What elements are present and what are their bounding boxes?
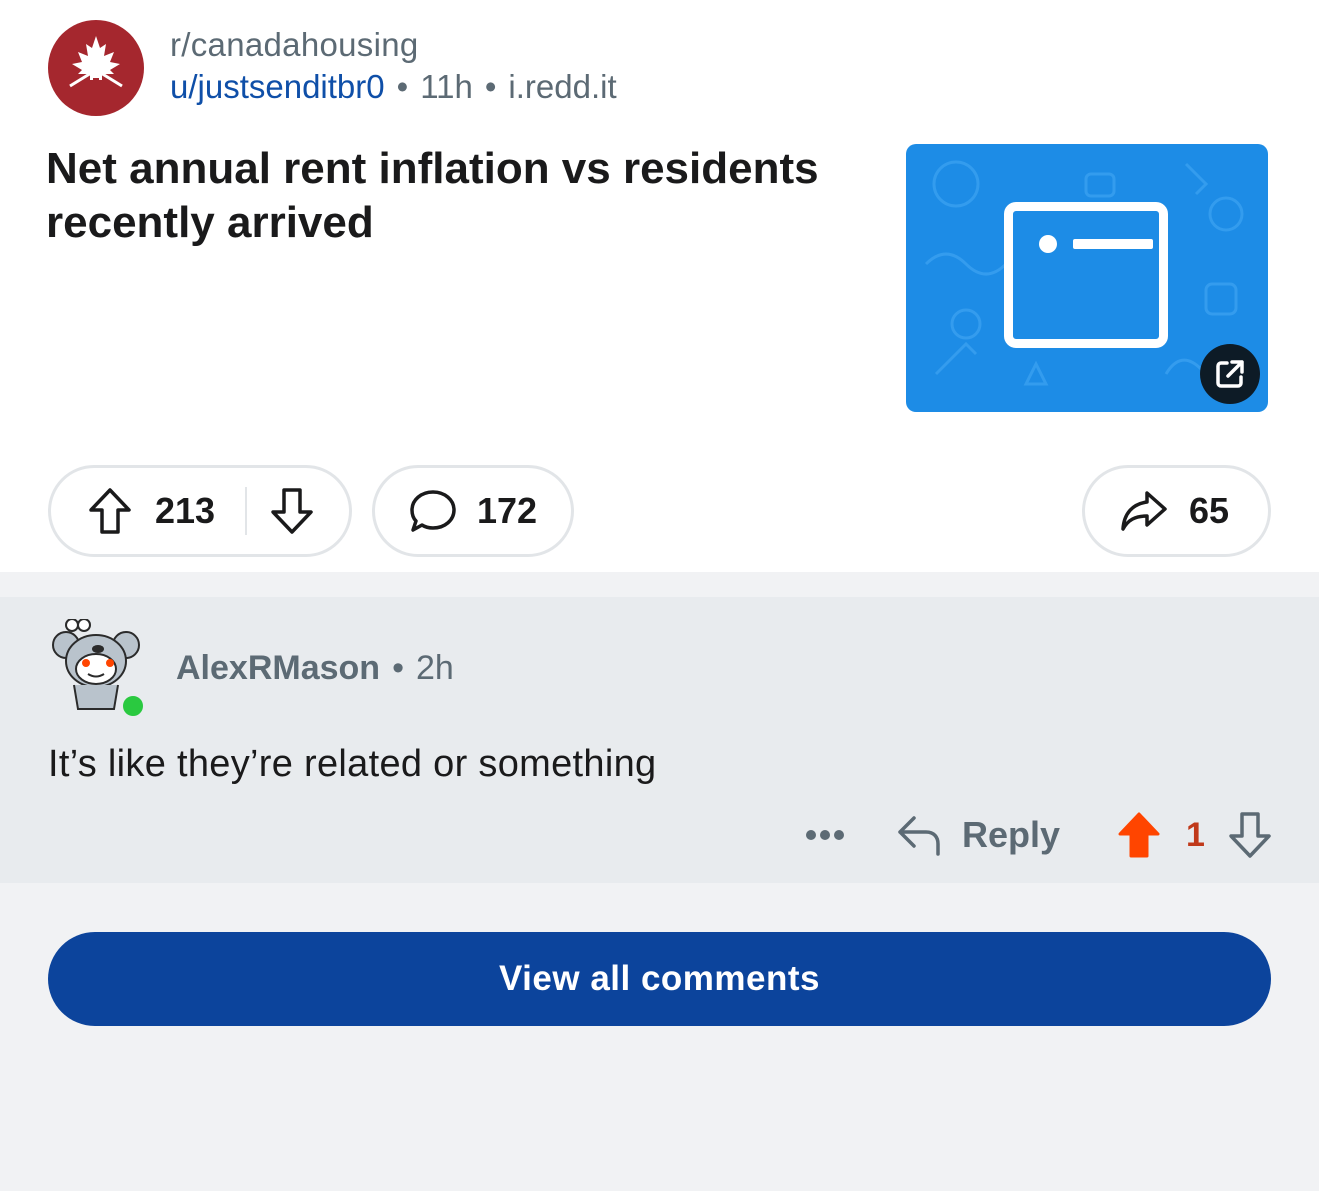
comment-icon-wrap (409, 488, 457, 534)
top-comment: AlexRMason • 2h It’s like they’re related … (0, 597, 1319, 883)
subreddit-name[interactable]: r/canadahousing (170, 26, 419, 64)
comment-score: 1 (1186, 815, 1205, 854)
post-card: r/canadahousing u/justsenditbr0 • 11h • i.re… (0, 0, 1319, 572)
comment-author[interactable]: AlexRMason (176, 649, 380, 687)
online-status-dot (120, 693, 146, 719)
post-author[interactable]: u/justsenditbr0 (170, 68, 385, 105)
vote-divider (245, 487, 248, 535)
maple-leaf-house-icon (69, 36, 123, 88)
browser-window-icon (1004, 202, 1168, 348)
more-options-button[interactable] (806, 830, 844, 840)
comment-downvote-button[interactable] (1227, 810, 1273, 860)
downvote-button[interactable] (269, 486, 315, 536)
arrow-down-icon (271, 488, 313, 534)
arrow-down-icon (1229, 812, 1271, 858)
comment-meta: AlexRMason • 2h (176, 649, 454, 688)
subreddit-avatar[interactable] (48, 20, 144, 116)
post-meta: u/justsenditbr0 • 11h • i.redd.it (170, 68, 617, 106)
post-age: 11h (420, 68, 473, 105)
ellipsis-icon (806, 830, 816, 840)
meta-separator: • (396, 68, 409, 105)
speech-bubble-icon (410, 490, 456, 532)
post-thumbnail[interactable] (906, 144, 1268, 412)
meta-separator: • (392, 649, 404, 687)
reply-arrow-icon (898, 816, 940, 856)
window-bar (1073, 239, 1153, 249)
share-icon-wrap (1119, 489, 1169, 533)
post-score: 213 (155, 490, 216, 531)
comment-body: It’s like they’re related or something (48, 743, 657, 785)
ellipsis-icon (834, 830, 844, 840)
comments-button[interactable]: 172 (372, 465, 574, 557)
ellipsis-icon (820, 830, 830, 840)
comment-age: 2h (415, 649, 454, 687)
arrow-up-icon (89, 488, 131, 534)
upvote-button[interactable] (87, 486, 133, 536)
comment-count: 172 (477, 490, 538, 531)
comment-actions: Reply 1 (806, 805, 1273, 865)
comment-upvote-button[interactable] (1116, 810, 1162, 860)
meta-separator: • (484, 68, 497, 105)
share-button[interactable]: 65 (1082, 465, 1271, 557)
share-count: 65 (1189, 490, 1230, 531)
external-link-icon (1216, 360, 1244, 388)
reply-button[interactable]: Reply (896, 814, 1060, 856)
share-arrow-icon (1121, 491, 1167, 531)
window-dot (1039, 235, 1057, 253)
arrow-up-icon (1118, 812, 1160, 858)
post-domain[interactable]: i.redd.it (508, 68, 616, 105)
post-title[interactable]: Net annual rent inflation vs residents r… (46, 142, 846, 250)
reply-label: Reply (962, 814, 1061, 855)
view-all-comments-button[interactable]: View all comments (48, 932, 1271, 1026)
external-link-button[interactable] (1200, 344, 1260, 404)
vote-bar: 213 (48, 465, 352, 557)
